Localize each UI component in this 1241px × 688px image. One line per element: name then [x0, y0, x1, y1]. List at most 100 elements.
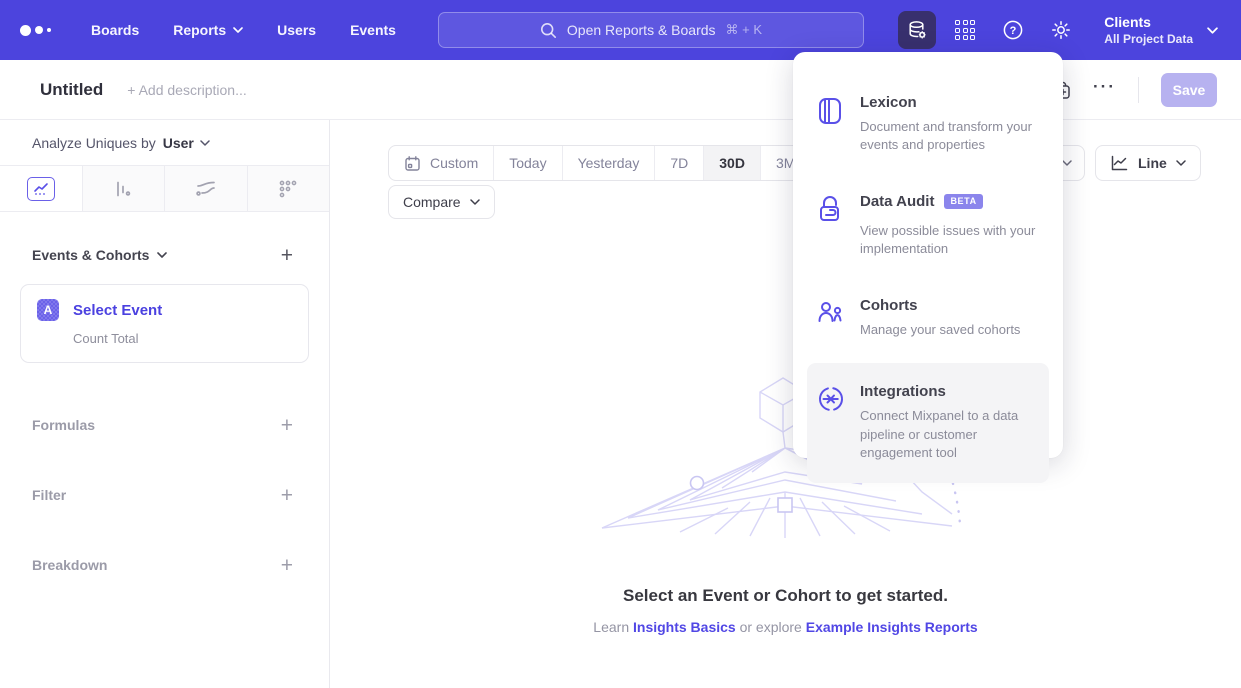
global-search-input[interactable]: Open Reports & Boards ⌘ + K — [438, 12, 864, 48]
analyze-value-dropdown[interactable]: User — [163, 135, 210, 151]
tab-flows[interactable] — [165, 166, 248, 211]
chevron-down-icon — [470, 199, 480, 205]
menu-item-title: Lexicon — [860, 94, 1039, 111]
gear-icon — [1050, 19, 1072, 41]
menu-item-integrations[interactable]: Integrations Connect Mixpanel to a data … — [807, 363, 1049, 482]
menu-item-title: Cohorts — [860, 297, 1020, 314]
nav-item-reports[interactable]: Reports — [173, 22, 243, 38]
empty-state-heading: Select an Event or Cohort to get started… — [623, 586, 948, 606]
line-chart-icon — [1110, 155, 1129, 172]
chart-type-tabs — [0, 166, 329, 212]
compare-label: Compare — [403, 194, 461, 210]
beta-badge: BETA — [944, 194, 982, 209]
chevron-down-icon — [1207, 27, 1217, 33]
top-navigation-bar: Boards Reports Users Events Open Reports… — [0, 0, 1241, 60]
menu-item-description: Manage your saved cohorts — [860, 321, 1020, 339]
learn-prefix: Learn — [593, 619, 633, 635]
menu-item-title: Integrations — [860, 383, 1039, 400]
formulas-label: Formulas — [32, 417, 95, 433]
nav-item-label: Reports — [173, 22, 226, 38]
analyze-uniques-row: Analyze Uniques by User — [0, 120, 329, 166]
menu-item-description: Connect Mixpanel to a data pipeline or c… — [860, 407, 1039, 462]
insights-basics-link[interactable]: Insights Basics — [633, 619, 736, 635]
range-yesterday[interactable]: Yesterday — [563, 146, 656, 180]
save-button[interactable]: Save — [1161, 73, 1217, 107]
menu-item-cohorts[interactable]: Cohorts Manage your saved cohorts — [807, 289, 1049, 347]
project-selector[interactable]: Clients All Project Data — [1104, 14, 1217, 46]
events-cohorts-label: Events & Cohorts — [32, 247, 149, 263]
chevron-down-icon — [1062, 160, 1072, 166]
nav-item-events[interactable]: Events — [350, 22, 396, 38]
tab-retention-grid[interactable] — [248, 166, 330, 211]
tab-bar-chart[interactable] — [83, 166, 166, 211]
report-canvas: Custom Today Yesterday 7D 30D 3M 6M Line… — [330, 120, 1241, 688]
help-button[interactable]: ? — [994, 11, 1032, 49]
range-today[interactable]: Today — [494, 146, 562, 180]
add-event-button[interactable]: + — [281, 245, 293, 266]
menu-item-lexicon[interactable]: Lexicon Document and transform your even… — [807, 86, 1049, 163]
add-filter-button[interactable]: + — [281, 485, 293, 506]
range-custom[interactable]: Custom — [389, 146, 494, 180]
nav-item-users[interactable]: Users — [277, 22, 316, 38]
chevron-down-icon — [200, 140, 210, 146]
range-7d[interactable]: 7D — [655, 146, 704, 180]
range-label: Custom — [430, 155, 478, 171]
data-audit-lock-icon — [817, 193, 843, 259]
calendar-icon — [404, 155, 421, 172]
formulas-section: Formulas + — [0, 405, 329, 445]
data-management-button[interactable] — [898, 11, 936, 49]
compare-dropdown[interactable]: Compare — [388, 185, 495, 219]
filter-label: Filter — [32, 487, 66, 503]
apps-grid-icon — [955, 20, 975, 40]
search-shortcut: ⌘ + K — [726, 22, 763, 38]
chevron-down-icon — [1176, 160, 1186, 166]
add-formula-button[interactable]: + — [281, 415, 293, 436]
chevron-down-icon — [233, 27, 243, 33]
events-cohorts-section: Events & Cohorts + — [0, 234, 329, 276]
events-cohorts-toggle[interactable]: Events & Cohorts — [32, 247, 167, 263]
event-aggregation-selector[interactable]: Count Total — [73, 331, 292, 346]
event-card[interactable]: A Select Event Count Total — [20, 284, 309, 363]
integrations-sync-icon — [817, 383, 843, 462]
divider — [1138, 77, 1139, 103]
analyze-value: User — [163, 135, 194, 151]
filter-section: Filter + — [0, 475, 329, 515]
cohorts-people-icon — [817, 297, 843, 339]
mixpanel-logo-icon[interactable] — [20, 25, 51, 36]
nav-item-label: Users — [277, 22, 316, 38]
project-scope: All Project Data — [1104, 32, 1193, 46]
middle-text: or explore — [736, 619, 806, 635]
range-30d-selected[interactable]: 30D — [704, 146, 761, 180]
query-builder-sidebar: Analyze Uniques by User — [0, 120, 330, 688]
help-icon: ? — [1002, 19, 1024, 41]
search-icon — [540, 22, 557, 39]
search-placeholder: Open Reports & Boards — [567, 22, 716, 38]
nav-item-boards[interactable]: Boards — [91, 22, 139, 38]
breakdown-section: Breakdown + — [0, 545, 329, 585]
add-description-field[interactable]: + Add description... — [127, 82, 246, 98]
dot-grid-icon — [277, 178, 299, 200]
chart-type-dropdown[interactable]: Line — [1095, 145, 1201, 181]
apps-grid-button[interactable] — [946, 11, 984, 49]
example-reports-link[interactable]: Example Insights Reports — [806, 619, 978, 635]
analyze-label: Analyze Uniques by — [32, 135, 156, 151]
add-breakdown-button[interactable]: + — [281, 555, 293, 576]
select-event-button[interactable]: Select Event — [73, 302, 162, 319]
database-gear-icon — [907, 20, 928, 41]
lexicon-book-icon — [817, 94, 843, 155]
tab-insights-line[interactable] — [0, 166, 83, 211]
nav-item-label: Events — [350, 22, 396, 38]
empty-state-links: Learn Insights Basics or explore Example… — [593, 619, 977, 635]
more-options-button[interactable]: ··· — [1093, 78, 1116, 101]
settings-button[interactable] — [1042, 11, 1080, 49]
empty-state: Select an Event or Cohort to get started… — [330, 368, 1241, 635]
menu-item-data-audit[interactable]: Data Audit BETA View possible issues wit… — [807, 185, 1049, 267]
menu-item-title: Data Audit — [860, 193, 934, 210]
nav-item-label: Boards — [91, 22, 139, 38]
flows-icon — [194, 178, 218, 200]
svg-text:?: ? — [1010, 25, 1017, 37]
chevron-down-icon — [157, 252, 167, 258]
bar-chart-icon — [112, 178, 134, 200]
report-title[interactable]: Untitled — [40, 80, 103, 100]
chart-type-label: Line — [1138, 155, 1167, 171]
